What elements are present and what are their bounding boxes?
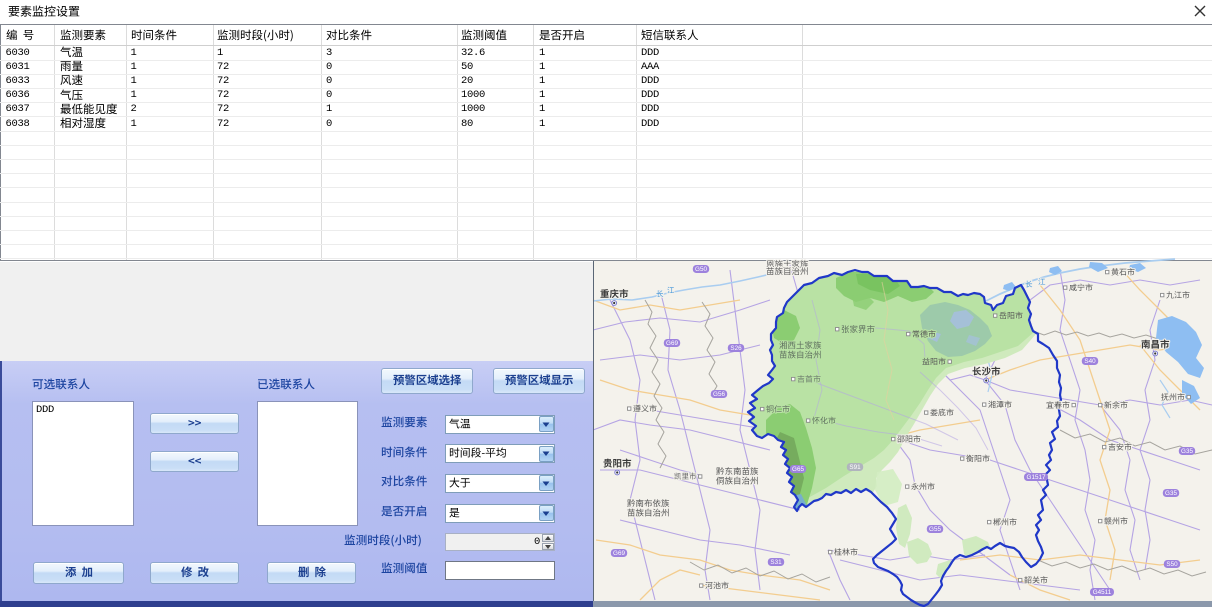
svg-text:G65: G65 <box>792 466 804 473</box>
svg-text:S26: S26 <box>730 345 742 352</box>
svg-text:S40: S40 <box>1084 358 1096 365</box>
svg-text:G69: G69 <box>666 340 678 347</box>
svg-text:S31: S31 <box>770 559 782 566</box>
svg-text:G35: G35 <box>1181 448 1193 455</box>
svg-text:G4511: G4511 <box>1093 589 1112 596</box>
svg-text:G55: G55 <box>929 526 941 533</box>
svg-text:G50: G50 <box>695 266 707 273</box>
svg-text:G35: G35 <box>1165 490 1177 497</box>
svg-text:G1517: G1517 <box>1027 474 1046 481</box>
svg-text:S91: S91 <box>849 464 861 471</box>
svg-text:S50: S50 <box>1166 561 1178 568</box>
svg-text:G56: G56 <box>713 391 725 398</box>
svg-text:G69: G69 <box>613 550 625 557</box>
